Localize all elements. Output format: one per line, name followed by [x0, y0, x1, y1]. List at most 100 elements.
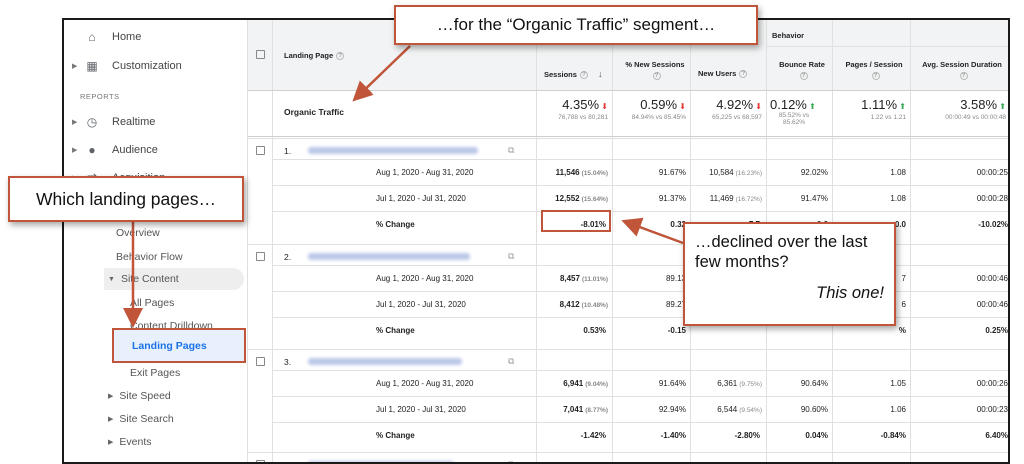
col-pages-session[interactable]: Pages / Session?	[838, 60, 910, 80]
row-divider	[272, 291, 1008, 292]
sessions-cell: 7,041 (8.77%)	[540, 405, 608, 414]
summary-value: 0.12%	[770, 97, 807, 112]
cell-value: 91.37%	[658, 194, 686, 203]
cell-value: %	[898, 326, 906, 335]
summary-sessions: 4.35% ⬇ 76,788 vs 80,281	[538, 97, 608, 121]
col-label: Pages / Session	[845, 60, 903, 69]
summary-sub: 85.52% vs 85.62%	[778, 112, 810, 126]
new-users-cell: -2.80%	[692, 431, 762, 440]
cell-value: 00:00:25	[976, 168, 1008, 177]
cell-percent: (16.72%)	[735, 196, 762, 203]
down-arrow-icon: ⬇	[755, 102, 762, 111]
cell-percent: (9.04%)	[585, 381, 608, 388]
cell-value: -10.02%	[978, 220, 1008, 229]
open-link-icon[interactable]: ⧉	[508, 145, 514, 156]
sessions-cell: 12,552 (15.64%)	[540, 194, 608, 203]
sidebar-item-label: Overview	[116, 227, 160, 239]
row-divider	[248, 452, 1008, 453]
sidebar-item-exit-pages[interactable]: Exit Pages	[64, 362, 248, 384]
sidebar-item-label: Realtime	[112, 116, 156, 128]
sidebar-item-customization[interactable]: ▶ ▦ Customization	[64, 54, 248, 78]
summary-value: 4.35%	[562, 97, 600, 112]
caret-right-icon: ▶	[72, 119, 78, 126]
help-icon: ?	[959, 72, 968, 80]
avg-duration-cell: 00:00:26	[912, 379, 1008, 388]
sidebar-item-label: Customization	[112, 60, 182, 72]
new-users-cell: 6,361 (9.75%)	[692, 379, 762, 388]
cell-value: 92.94%	[658, 405, 686, 414]
select-all-checkbox[interactable]	[256, 50, 265, 59]
sidebar-item-label: Behavior Flow	[116, 251, 183, 263]
col-new-users[interactable]: New Users?	[698, 69, 748, 79]
new-users-cell: 6,544 (9.54%)	[692, 405, 762, 414]
row-divider	[272, 370, 1008, 371]
col-avg-duration[interactable]: Avg. Session Duration?	[914, 60, 1008, 80]
new-sessions-cell: 92.94%	[614, 405, 686, 414]
cell-value: 0.25%	[985, 326, 1008, 335]
sidebar-nav: ⌂ Home ▶ ▦ Customization REPORTS ▶ ◷ Rea…	[64, 20, 248, 462]
row-checkbox[interactable]	[256, 252, 265, 261]
cell-value: 12,552	[555, 194, 580, 203]
row-checkbox[interactable]	[256, 357, 265, 366]
open-link-icon[interactable]: ⧉	[508, 251, 514, 262]
row-index: 3.	[284, 357, 292, 367]
summary-value: 3.58%	[960, 97, 998, 112]
col-label: % New Sessions	[625, 60, 685, 69]
new-sessions-cell: 91.67%	[614, 168, 686, 177]
sessions-cell: 0.53%	[540, 326, 608, 335]
caret-right-icon: ▶	[108, 416, 114, 423]
row-checkbox[interactable]	[256, 146, 265, 155]
col-label: Landing Page	[284, 51, 334, 60]
cell-value: 8,457	[559, 274, 580, 283]
row-divider	[272, 185, 1008, 186]
sidebar-item-behavior-flow[interactable]: Behavior Flow	[64, 246, 248, 268]
sessions-cell: 8,412 (10.48%)	[540, 300, 608, 309]
summary-sub: 1.22 vs 1.21	[870, 114, 906, 121]
sidebar-item-audience[interactable]: ▶ ● Audience	[64, 138, 248, 162]
col-sessions[interactable]: Sessions? ↓	[544, 69, 603, 80]
sidebar-item-realtime[interactable]: ▶ ◷ Realtime	[64, 110, 248, 134]
col-label: Avg. Session Duration	[922, 60, 1002, 69]
sidebar-item-label: Audience	[112, 144, 158, 156]
blurred-url-link[interactable]	[308, 147, 478, 154]
row-divider	[272, 317, 1008, 318]
cell-value: -0.84%	[880, 431, 906, 440]
sidebar-item-site-speed[interactable]: ▶ Site Speed	[64, 385, 248, 407]
sidebar-item-overview[interactable]: Overview	[64, 222, 248, 244]
summary-value: 1.11%	[861, 97, 898, 112]
sidebar-item-label: Home	[112, 31, 142, 43]
open-link-icon[interactable]: ⧉	[508, 356, 514, 367]
sidebar-item-landing-pages[interactable]: Landing Pages	[112, 328, 246, 363]
summary-pages-session: 1.11% ⬆ 1.22 vs 1.21	[836, 97, 906, 121]
col-landing-page[interactable]: Landing Page?	[284, 51, 345, 61]
help-icon: ?	[336, 52, 345, 61]
open-link-icon[interactable]: ⧉	[508, 459, 514, 462]
help-icon: ?	[739, 70, 748, 79]
sidebar-item-site-search[interactable]: ▶ Site Search	[64, 408, 248, 430]
avg-duration-cell: 6.40%	[912, 431, 1008, 440]
cell-percent: (11.01%)	[581, 276, 608, 283]
cell-value: -2.80%	[734, 431, 760, 440]
sidebar-item-home[interactable]: ⌂ Home	[64, 25, 248, 49]
bounce-rate-cell: 0.04%	[768, 431, 828, 440]
bounce-rate-cell: 90.60%	[768, 405, 828, 414]
col-bounce-rate[interactable]: Bounce Rate?	[772, 60, 832, 80]
pages-session-cell: 1.08	[834, 168, 906, 177]
change-row-label: % Change	[376, 326, 415, 335]
cell-value: 92.02%	[800, 168, 828, 177]
blurred-url-link[interactable]	[308, 253, 470, 260]
caret-down-icon: ▼	[108, 275, 115, 283]
sidebar-item-site-content[interactable]: ▼ Site Content	[64, 268, 248, 290]
cell-value: 1.08	[890, 194, 906, 203]
blurred-url-link[interactable]	[308, 358, 462, 365]
sidebar-item-all-pages[interactable]: All Pages	[64, 292, 248, 314]
up-arrow-icon: ⬆	[899, 102, 906, 111]
row-checkbox[interactable]	[256, 460, 265, 462]
row-divider	[272, 265, 1008, 266]
summary-avg-duration: 3.58% ⬆ 00:00:49 vs 00:00:48	[914, 97, 1006, 121]
callout-landing: Which landing pages…	[8, 176, 244, 222]
caret-right-icon: ▶	[72, 63, 78, 70]
sidebar-item-events[interactable]: ▶ Events	[64, 431, 248, 453]
help-icon: ?	[579, 71, 588, 80]
col-new-sessions[interactable]: % New Sessions?	[620, 60, 690, 80]
